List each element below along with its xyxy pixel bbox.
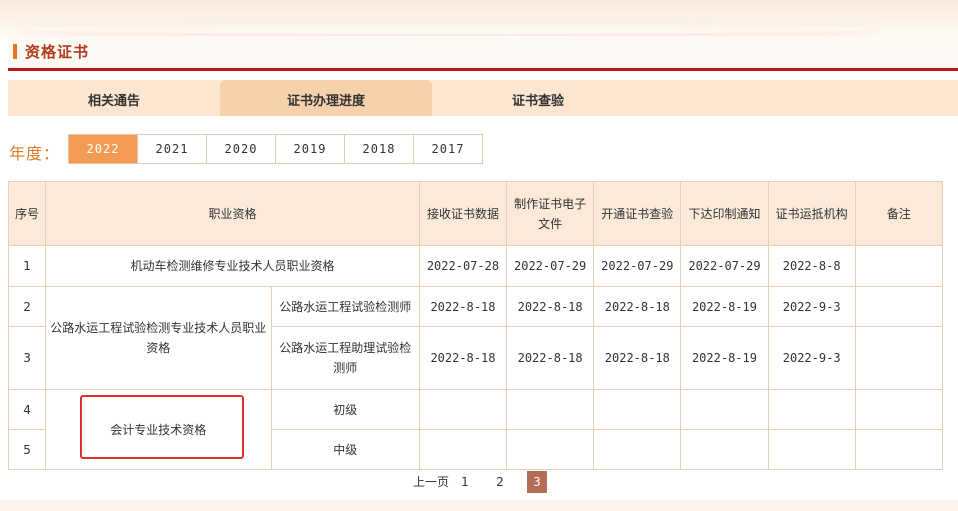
- date-cell: [593, 429, 682, 470]
- row-remark: [854, 326, 944, 390]
- year-option-2018[interactable]: 2018: [344, 135, 413, 163]
- row-qualification: 公路水运工程试验检测专业技术人员职业资格: [45, 286, 272, 390]
- table-row: 2 公路水运工程试验检测专业技术人员职业资格 公路水运工程试验检测师 2022-…: [7, 286, 944, 390]
- page-link-3-current[interactable]: 3: [527, 471, 547, 493]
- date-cell: 2022-8-18: [506, 286, 595, 327]
- pagination: 上一页 1 2 3: [0, 471, 958, 493]
- title-marker-icon: [13, 44, 17, 59]
- date-cell: 2022-8-18: [418, 326, 508, 390]
- date-cell: [418, 389, 508, 430]
- year-label: 年度：: [9, 144, 61, 163]
- date-cell: 2022-8-18: [593, 326, 682, 390]
- header-make-file: 制作证书电子文件: [506, 181, 595, 246]
- row-remark: [854, 245, 944, 287]
- top-banner: [0, 0, 958, 38]
- row-qualification: 机动车检测维修专业技术人员职业资格: [45, 245, 420, 287]
- year-option-2020[interactable]: 2020: [206, 135, 275, 163]
- row-no: 2: [7, 286, 47, 327]
- tab-verify[interactable]: 证书查验: [432, 80, 644, 116]
- row-subtype: 公路水运工程助理试验检测师: [270, 326, 420, 390]
- row-remark: [854, 429, 944, 470]
- date-cell: 2022-07-29: [680, 245, 769, 287]
- section-header: [8, 36, 958, 70]
- table-row: 1 机动车检测维修专业技术人员职业资格 2022-07-28 2022-07-2…: [7, 245, 944, 287]
- header-qualification: 职业资格: [45, 181, 420, 246]
- page-link-1[interactable]: 1: [455, 471, 475, 493]
- row-no: 4: [7, 389, 47, 430]
- table-row: 4 会计专业技术资格 初级: [7, 389, 944, 470]
- section-divider: [8, 68, 958, 71]
- year-option-2019[interactable]: 2019: [275, 135, 344, 163]
- year-selector: 2022 2021 2020 2019 2018 2017: [68, 134, 483, 164]
- date-cell: 2022-8-19: [680, 286, 769, 327]
- header-delivered: 证书运抵机构: [767, 181, 856, 246]
- date-cell: [506, 429, 595, 470]
- tab-progress[interactable]: 证书办理进度: [220, 80, 432, 116]
- date-cell: 2022-07-29: [593, 245, 682, 287]
- row-qualification: 会计专业技术资格: [45, 389, 272, 470]
- date-cell: 2022-8-18: [593, 286, 682, 327]
- date-cell: 2022-8-19: [680, 326, 769, 390]
- header-no: 序号: [7, 181, 47, 246]
- tab-notices[interactable]: 相关通告: [8, 80, 220, 116]
- row-no: 3: [7, 326, 47, 390]
- bottom-band: [0, 500, 958, 511]
- year-option-2017[interactable]: 2017: [413, 135, 482, 163]
- header-receive: 接收证书数据: [418, 181, 508, 246]
- date-cell: 2022-8-18: [506, 326, 595, 390]
- section-title: 资格证书: [25, 43, 90, 61]
- date-cell: 2022-07-29: [506, 245, 595, 287]
- row-remark: [854, 286, 944, 327]
- date-cell: 2022-9-3: [767, 326, 856, 390]
- date-cell: [593, 389, 682, 430]
- date-cell: [506, 389, 595, 430]
- date-cell: [767, 429, 856, 470]
- header-print-notice: 下达印制通知: [680, 181, 769, 246]
- tab-bar: 相关通告 证书办理进度 证书查验: [8, 80, 958, 116]
- date-cell: 2022-8-18: [418, 286, 508, 327]
- date-cell: [680, 429, 769, 470]
- page-link-2[interactable]: 2: [490, 471, 510, 493]
- date-cell: [680, 389, 769, 430]
- row-no: 5: [7, 429, 47, 470]
- row-subtype: 中级: [270, 429, 420, 470]
- table-header-row: 序号 职业资格 接收证书数据 制作证书电子文件 开通证书查验 下达印制通知 证书…: [7, 181, 944, 246]
- header-open-verify: 开通证书查验: [593, 181, 682, 246]
- date-cell: 2022-8-8: [767, 245, 856, 287]
- date-cell: [767, 389, 856, 430]
- year-option-2022[interactable]: 2022: [69, 135, 137, 163]
- year-option-2021[interactable]: 2021: [137, 135, 206, 163]
- row-no: 1: [7, 245, 47, 287]
- date-cell: [418, 429, 508, 470]
- row-subtype: 初级: [270, 389, 420, 430]
- prev-page-link[interactable]: 上一页: [411, 471, 451, 493]
- row-subtype: 公路水运工程试验检测师: [270, 286, 420, 327]
- progress-table: 序号 职业资格 接收证书数据 制作证书电子文件 开通证书查验 下达印制通知 证书…: [7, 181, 944, 470]
- row-remark: [854, 389, 944, 430]
- date-cell: 2022-9-3: [767, 286, 856, 327]
- date-cell: 2022-07-28: [418, 245, 508, 287]
- header-remark: 备注: [854, 181, 944, 246]
